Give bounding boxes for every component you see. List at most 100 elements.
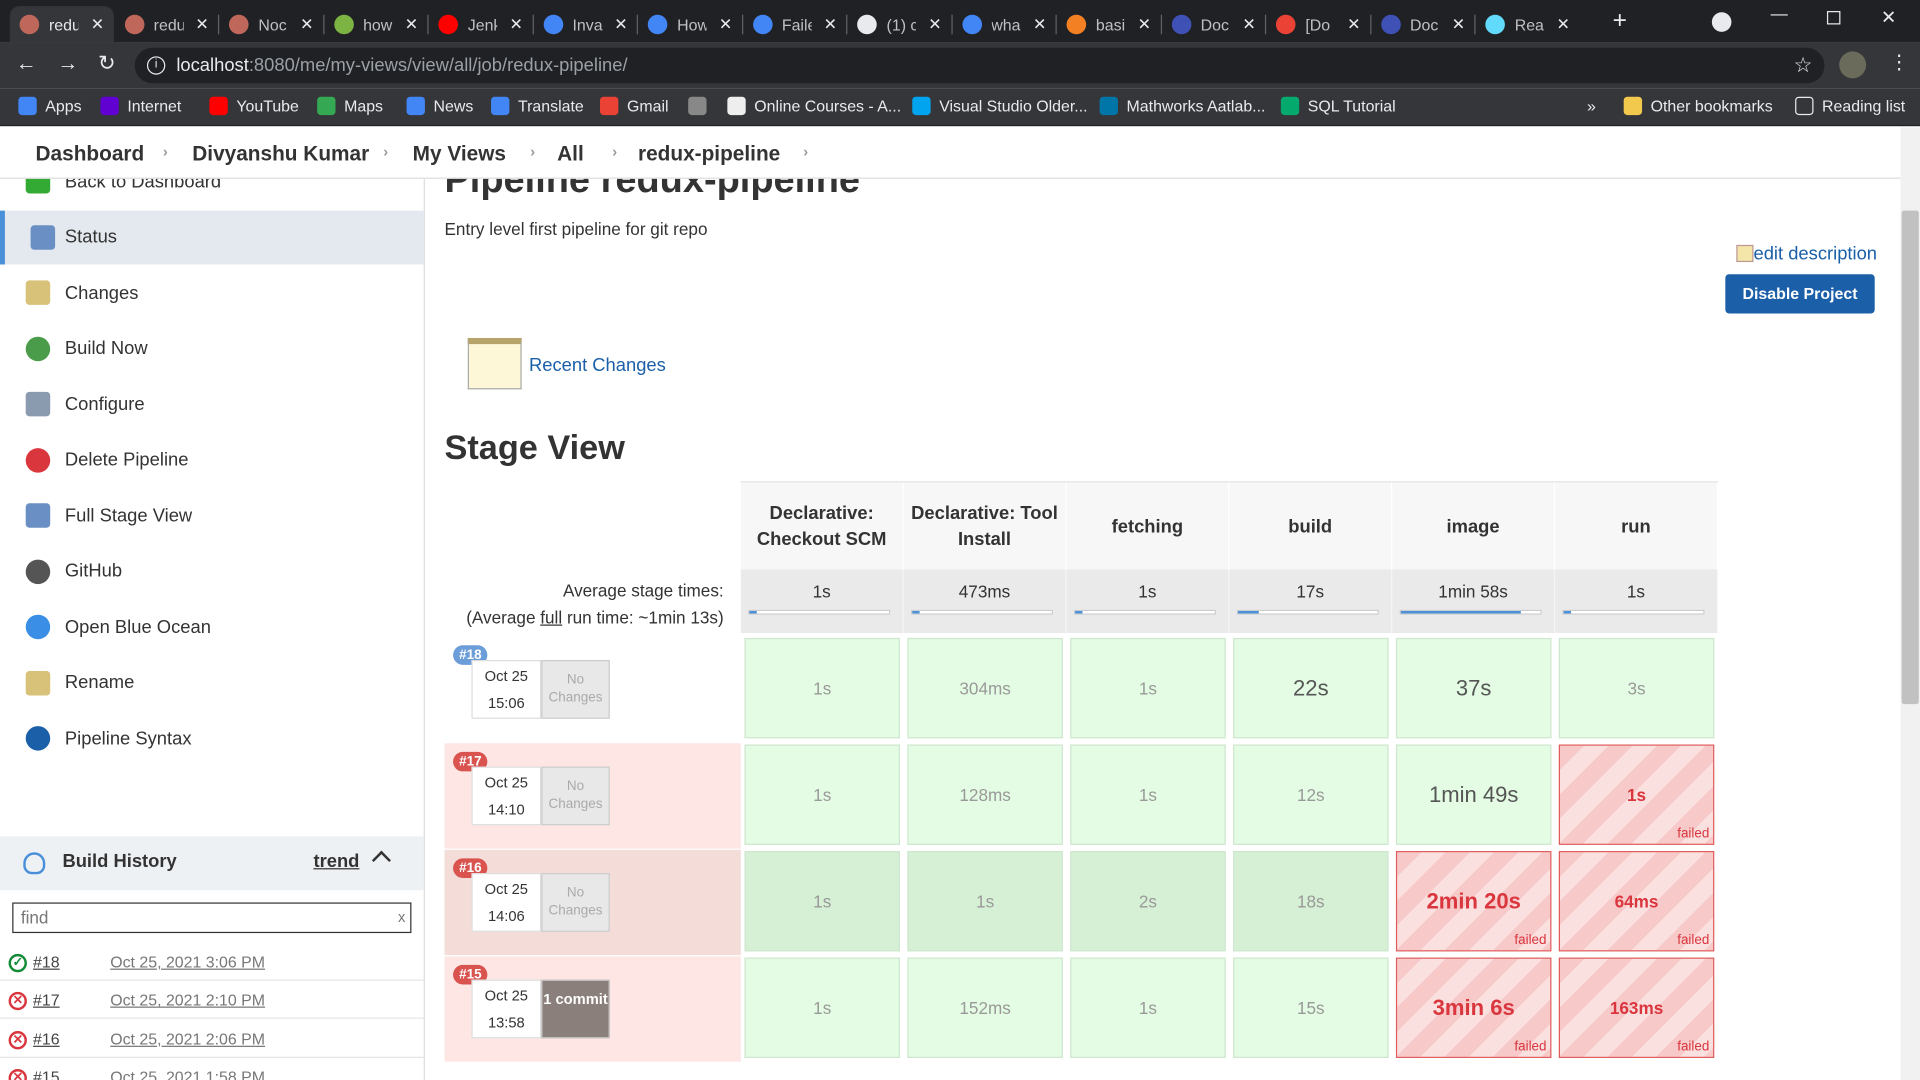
sidebar-item-open-blue-ocean[interactable]: Open Blue Ocean — [0, 600, 424, 654]
stage-cell[interactable]: 128ms — [907, 744, 1063, 845]
stage-cell[interactable]: 12s — [1233, 744, 1389, 845]
stage-cell[interactable]: 64ms failed — [1558, 851, 1715, 952]
back-icon[interactable]: ← — [16, 51, 37, 75]
scrollbar-thumb[interactable] — [1901, 210, 1919, 705]
stage-cell[interactable]: 3min 6s failed — [1395, 957, 1552, 1058]
edit-description-link[interactable]: edit description — [1736, 244, 1877, 264]
collapse-chevron-icon[interactable] — [371, 850, 391, 870]
stage-cell[interactable]: 1min 49s — [1395, 744, 1552, 845]
bookmark-10[interactable]: Mathworks Aatlab... — [1099, 96, 1265, 116]
stage-cell[interactable]: 1s — [744, 744, 901, 845]
clear-find-icon[interactable]: x — [398, 904, 405, 932]
close-tab-icon[interactable]: ✕ — [1242, 15, 1255, 35]
build-date-link[interactable]: Oct 25, 2021 3:06 PM — [110, 953, 265, 971]
minimize-icon[interactable]: — — [1771, 4, 1788, 24]
tab-1[interactable]: redu ✕ — [114, 6, 218, 43]
bookmarks-overflow[interactable]: » — [1587, 97, 1596, 115]
bookmark-2[interactable]: YouTube — [209, 96, 299, 116]
build-history-find-input[interactable]: find x — [12, 902, 412, 934]
close-tab-icon[interactable]: ✕ — [1452, 15, 1465, 35]
sidebar-item-rename[interactable]: Rename — [0, 656, 424, 710]
sidebar-item-github[interactable]: GitHub — [0, 544, 424, 598]
bookmark-3[interactable]: Maps — [317, 96, 383, 116]
stage-cell[interactable]: 2min 20s failed — [1395, 851, 1552, 952]
build-date-link[interactable]: Oct 25, 2021 2:10 PM — [110, 991, 265, 1009]
address-bar[interactable]: i localhost:8080/me/my-views/view/all/jo… — [134, 47, 1825, 84]
build-number-link[interactable]: #17 — [33, 991, 60, 1009]
reading-list[interactable]: Reading list — [1795, 96, 1905, 116]
changes-box[interactable]: 1 commit — [541, 979, 610, 1039]
close-tab-icon[interactable]: ✕ — [824, 15, 837, 35]
reload-icon[interactable]: ↻ — [98, 51, 115, 75]
profile-avatar[interactable] — [1839, 51, 1867, 79]
tab-4[interactable]: Jenk ✕ — [429, 6, 533, 43]
stage-cell[interactable]: 3s — [1558, 637, 1715, 739]
tab-14[interactable]: Rea ✕ — [1476, 6, 1580, 43]
stage-cell[interactable]: 1s — [907, 851, 1063, 952]
tab-search-icon[interactable] — [1711, 12, 1732, 32]
restore-icon[interactable] — [1826, 11, 1841, 25]
tab-10[interactable]: basi ✕ — [1057, 6, 1161, 43]
bookmark-7[interactable] — [688, 96, 715, 116]
build-date-link[interactable]: Oct 25, 2021 1:58 PM — [110, 1068, 265, 1080]
stage-cell[interactable]: 304ms — [907, 637, 1063, 739]
sidebar-item-status[interactable]: Status — [0, 210, 424, 264]
avg-full-link[interactable]: full — [540, 607, 562, 627]
chevron-right-icon[interactable]: › — [612, 143, 617, 160]
stage-cell[interactable]: 1s — [1070, 957, 1226, 1058]
close-tab-icon[interactable]: ✕ — [928, 15, 941, 35]
disable-project-button[interactable]: Disable Project — [1725, 274, 1875, 314]
close-tab-icon[interactable]: ✕ — [510, 15, 523, 35]
stage-cell[interactable]: 15s — [1233, 957, 1389, 1058]
tab-3[interactable]: how ✕ — [324, 6, 428, 43]
close-tab-icon[interactable]: ✕ — [1138, 15, 1151, 35]
chevron-right-icon[interactable]: › — [803, 143, 808, 160]
other-bookmarks[interactable]: Other bookmarks — [1623, 96, 1773, 116]
close-tab-icon[interactable]: ✕ — [719, 15, 732, 35]
close-tab-icon[interactable]: ✕ — [1556, 15, 1569, 35]
stage-cell[interactable]: 18s — [1233, 851, 1389, 952]
recent-changes-link[interactable]: Recent Changes — [529, 355, 666, 376]
tab-11[interactable]: Doc ✕ — [1161, 6, 1265, 43]
chevron-right-icon[interactable]: › — [383, 143, 388, 160]
bookmark-6[interactable]: Gmail — [600, 96, 669, 116]
tab-6[interactable]: How ✕ — [638, 6, 742, 43]
sidebar-item-configure[interactable]: Configure — [0, 377, 424, 431]
bookmark-9[interactable]: Visual Studio Older... — [912, 96, 1088, 116]
build-date-link[interactable]: Oct 25, 2021 2:06 PM — [110, 1029, 265, 1047]
trend-link[interactable]: trend — [313, 851, 359, 872]
tab-8[interactable]: (1) c ✕ — [847, 6, 951, 43]
close-tab-icon[interactable]: ✕ — [1033, 15, 1046, 35]
sidebar-item-full-stage-view[interactable]: Full Stage View — [0, 489, 424, 543]
bookmark-0[interactable]: Apps — [18, 96, 82, 116]
bookmark-11[interactable]: SQL Tutorial — [1280, 96, 1396, 116]
stage-cell[interactable]: 163ms failed — [1558, 957, 1715, 1058]
stage-cell[interactable]: 1s — [744, 637, 901, 739]
tab-13[interactable]: Doc ✕ — [1371, 6, 1475, 43]
sidebar-item-build-now[interactable]: Build Now — [0, 321, 424, 375]
breadcrumb-item[interactable]: All — [557, 142, 584, 166]
forward-icon[interactable]: → — [58, 51, 79, 75]
chevron-right-icon[interactable]: › — [163, 143, 168, 160]
stage-cell[interactable]: 2s — [1070, 851, 1226, 952]
stage-cell[interactable]: 37s — [1395, 637, 1552, 739]
bookmark-star-icon[interactable]: ☆ — [1794, 48, 1813, 84]
sidebar-item-pipeline-syntax[interactable]: Pipeline Syntax — [0, 711, 424, 765]
breadcrumb-item[interactable]: redux-pipeline — [638, 142, 780, 166]
close-tab-icon[interactable]: ✕ — [1347, 15, 1360, 35]
build-number-link[interactable]: #18 — [33, 953, 60, 971]
stage-cell[interactable]: 152ms — [907, 957, 1063, 1058]
close-tab-icon[interactable]: ✕ — [195, 15, 208, 35]
bookmark-1[interactable]: Internet — [100, 96, 181, 116]
menu-icon[interactable]: ⋮ — [1889, 50, 1909, 74]
info-icon[interactable]: i — [146, 56, 166, 75]
tab-12[interactable]: [Do ✕ — [1266, 6, 1370, 43]
sidebar-item-delete-pipeline[interactable]: Delete Pipeline — [0, 433, 424, 487]
stage-cell[interactable]: 1s — [1070, 744, 1226, 845]
close-tab-icon[interactable]: ✕ — [300, 15, 313, 35]
chevron-right-icon[interactable]: › — [530, 143, 535, 160]
build-number-link[interactable]: #15 — [33, 1068, 60, 1080]
bookmark-5[interactable]: Translate — [491, 96, 584, 116]
close-tab-icon[interactable]: ✕ — [614, 15, 627, 35]
stage-cell[interactable]: 22s — [1233, 637, 1389, 739]
